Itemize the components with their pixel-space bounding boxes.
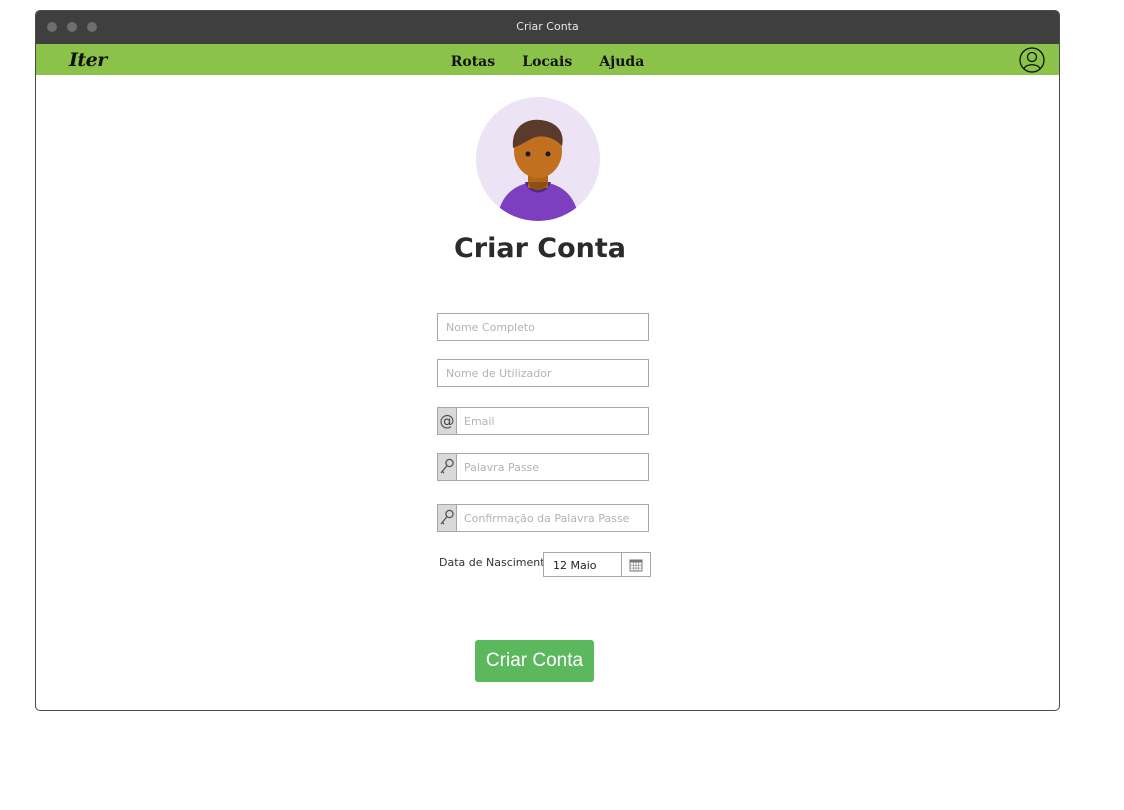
- create-account-button[interactable]: Criar Conta: [475, 640, 594, 682]
- calendar-icon[interactable]: [621, 553, 650, 576]
- key-icon: [438, 505, 457, 531]
- password-field: [437, 453, 649, 481]
- password-confirm-input[interactable]: [438, 505, 648, 531]
- nav-link-locais[interactable]: Locais: [522, 54, 572, 70]
- birthdate-picker[interactable]: 12 Maio: [543, 552, 651, 577]
- birthdate-value: 12 Maio: [553, 559, 597, 572]
- email-field: @: [437, 407, 649, 435]
- username-input[interactable]: [438, 360, 648, 386]
- window-title: Criar Conta: [516, 20, 579, 33]
- at-icon: @: [438, 408, 457, 434]
- page-title: Criar Conta: [453, 233, 627, 264]
- person-avatar-icon: [476, 97, 600, 221]
- user-circle-icon[interactable]: [1019, 47, 1045, 73]
- navbar: Iter Rotas Locais Ajuda: [36, 44, 1059, 75]
- password-confirm-field: [437, 504, 649, 532]
- nav-link-rotas[interactable]: Rotas: [451, 54, 495, 70]
- password-input[interactable]: [438, 454, 648, 480]
- username-field: [437, 359, 649, 387]
- email-input[interactable]: [438, 408, 648, 434]
- nav-links: Rotas Locais Ajuda: [36, 51, 1059, 70]
- full-name-input[interactable]: [438, 314, 648, 340]
- key-icon: [438, 454, 457, 480]
- title-bar: Criar Conta: [36, 11, 1059, 44]
- app-window: Criar Conta Iter Rotas Locais Ajuda Cria…: [35, 10, 1060, 711]
- birthdate-label: Data de Nascimento: [439, 556, 552, 569]
- nav-link-ajuda[interactable]: Ajuda: [599, 54, 644, 70]
- full-name-field: [437, 313, 649, 341]
